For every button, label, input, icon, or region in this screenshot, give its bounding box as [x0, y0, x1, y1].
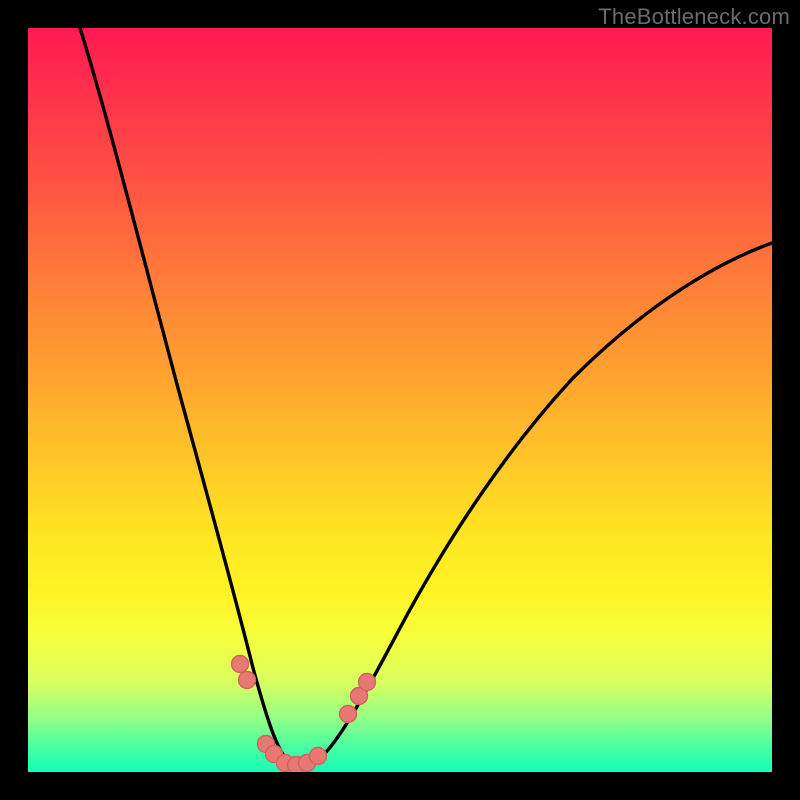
outer-frame: TheBottleneck.com — [0, 0, 800, 800]
chart-svg — [28, 28, 772, 772]
marker — [340, 706, 357, 723]
plot-area — [28, 28, 772, 772]
marker — [359, 674, 376, 691]
marker — [239, 672, 256, 689]
watermark-text: TheBottleneck.com — [598, 4, 790, 30]
marker — [232, 656, 249, 673]
bottleneck-curve — [80, 28, 772, 766]
marker — [310, 748, 327, 765]
